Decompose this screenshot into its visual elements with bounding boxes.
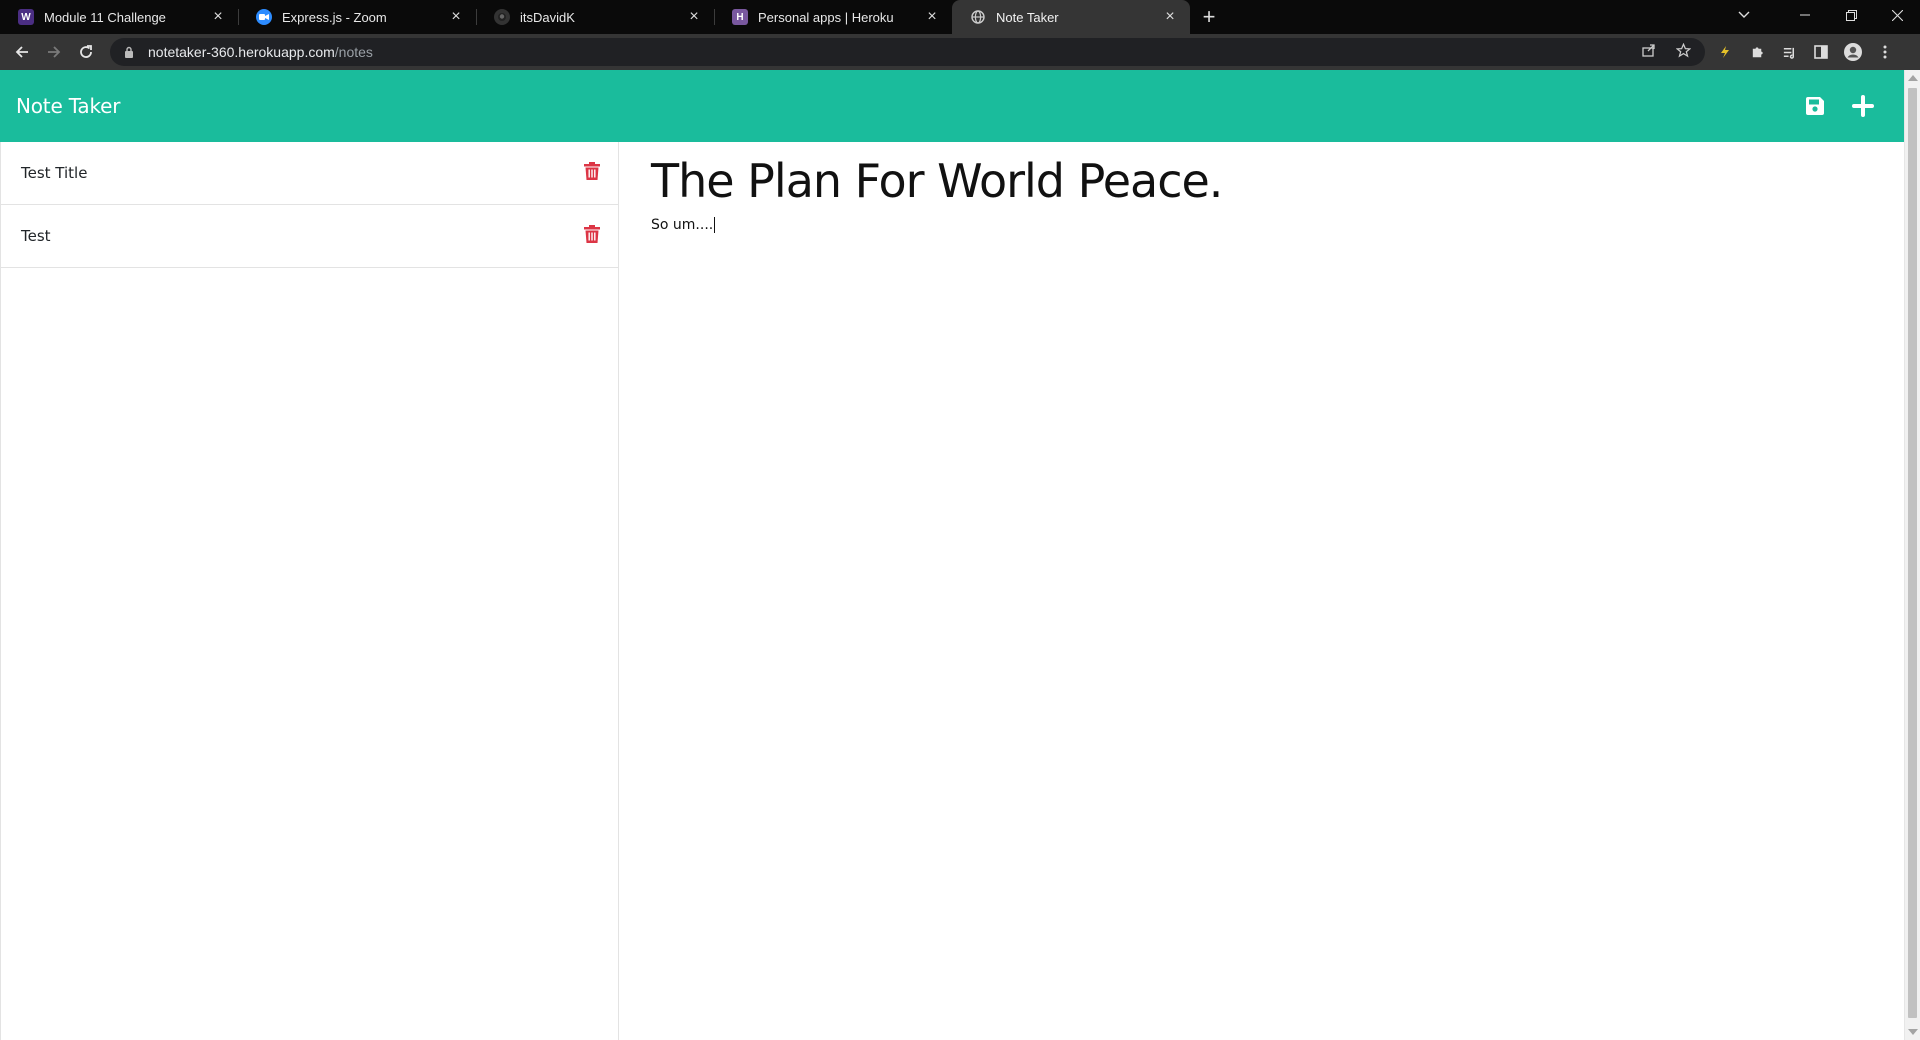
- reload-button[interactable]: [70, 36, 102, 68]
- side-panel-icon[interactable]: [1809, 40, 1833, 64]
- delete-note-button[interactable]: [584, 225, 600, 247]
- browser-menu-icon[interactable]: [1873, 40, 1897, 64]
- close-tab-icon[interactable]: ×: [686, 8, 702, 25]
- navbar-actions: [1804, 95, 1874, 117]
- scroll-thumb[interactable]: [1908, 88, 1917, 1018]
- browser-tab-strip: W Module 11 Challenge × Express.js - Zoo…: [0, 0, 1920, 34]
- url-path: /notes: [334, 44, 373, 60]
- notes-list: Test Title Test: [0, 142, 619, 1040]
- list-item[interactable]: Test Title: [1, 142, 618, 205]
- note-textarea[interactable]: So um....: [651, 217, 1872, 234]
- zoom-icon: [256, 9, 272, 25]
- browser-tab[interactable]: Express.js - Zoom ×: [238, 0, 476, 34]
- app-brand[interactable]: Note Taker: [16, 94, 120, 118]
- close-tab-icon[interactable]: ×: [1162, 8, 1178, 25]
- delete-note-button[interactable]: [584, 162, 600, 184]
- browser-tab[interactable]: W Module 11 Challenge ×: [0, 0, 238, 34]
- scroll-up-arrow-icon[interactable]: [1908, 75, 1918, 81]
- list-item[interactable]: Test: [1, 205, 618, 268]
- note-title-input[interactable]: The Plan For World Peace.: [651, 154, 1872, 209]
- address-bar[interactable]: notetaker-360.herokuapp.com/notes: [110, 38, 1705, 66]
- url-host: notetaker-360.herokuapp.com: [148, 44, 335, 60]
- new-tab-button[interactable]: +: [1190, 0, 1228, 34]
- bookmark-star-icon[interactable]: [1675, 42, 1692, 61]
- app-content: Test Title Test The Plan For World Peace…: [0, 142, 1904, 1040]
- save-note-button[interactable]: [1804, 95, 1826, 117]
- app-navbar: Note Taker: [0, 70, 1904, 142]
- trash-icon: [584, 225, 600, 243]
- tab-title: Note Taker: [996, 9, 1059, 25]
- browser-tab[interactable]: itsDavidK ×: [476, 0, 714, 34]
- restore-icon[interactable]: [1828, 0, 1874, 30]
- forward-button[interactable]: [38, 36, 70, 68]
- browser-toolbar: notetaker-360.herokuapp.com/notes: [0, 34, 1920, 70]
- lightning-extension-icon[interactable]: [1713, 40, 1737, 64]
- puzzle-extensions-icon[interactable]: [1745, 40, 1769, 64]
- tab-title: Express.js - Zoom: [282, 9, 387, 25]
- washington-w-icon: W: [18, 9, 34, 25]
- browser-tab[interactable]: H Personal apps | Heroku ×: [714, 0, 952, 34]
- note-text: So um....: [651, 217, 714, 234]
- globe-icon: [970, 9, 986, 25]
- close-tab-icon[interactable]: ×: [210, 8, 226, 25]
- close-window-icon[interactable]: [1874, 0, 1920, 30]
- github-icon: [494, 9, 510, 25]
- tab-search-chevron-icon[interactable]: [1724, 0, 1764, 30]
- extensions-area: [1713, 40, 1897, 64]
- page-scrollbar[interactable]: [1904, 70, 1920, 1040]
- tab-title: Personal apps | Heroku: [758, 9, 894, 25]
- note-list-title: Test: [21, 227, 51, 245]
- back-arrow-icon: [15, 46, 28, 58]
- save-icon: [1806, 97, 1824, 115]
- tab-title: Module 11 Challenge: [44, 9, 166, 25]
- reload-icon: [80, 45, 92, 58]
- browser-tab-active[interactable]: Note Taker ×: [952, 0, 1190, 34]
- minimize-icon[interactable]: [1782, 0, 1828, 30]
- reading-list-icon[interactable]: [1777, 40, 1801, 64]
- trash-icon: [584, 162, 600, 180]
- close-tab-icon[interactable]: ×: [448, 8, 464, 25]
- heroku-icon: H: [732, 9, 748, 25]
- tab-title: itsDavidK: [520, 9, 575, 25]
- lock-icon: [124, 46, 136, 58]
- omnibox-actions: [1642, 42, 1692, 61]
- note-editor: The Plan For World Peace. So um....: [619, 142, 1904, 1040]
- profile-avatar-icon[interactable]: [1841, 40, 1865, 64]
- note-list-title: Test Title: [21, 164, 88, 182]
- forward-arrow-icon: [48, 46, 61, 58]
- window-controls: [1724, 0, 1920, 30]
- text-caret: [714, 217, 716, 234]
- plus-icon: [1852, 95, 1874, 117]
- back-button[interactable]: [6, 36, 38, 68]
- close-tab-icon[interactable]: ×: [924, 8, 940, 25]
- note-taker-app: Note Taker Test Title Test The Plan For …: [0, 70, 1904, 1040]
- scroll-down-arrow-icon[interactable]: [1908, 1029, 1918, 1035]
- share-icon[interactable]: [1642, 43, 1656, 61]
- new-note-button[interactable]: [1852, 95, 1874, 117]
